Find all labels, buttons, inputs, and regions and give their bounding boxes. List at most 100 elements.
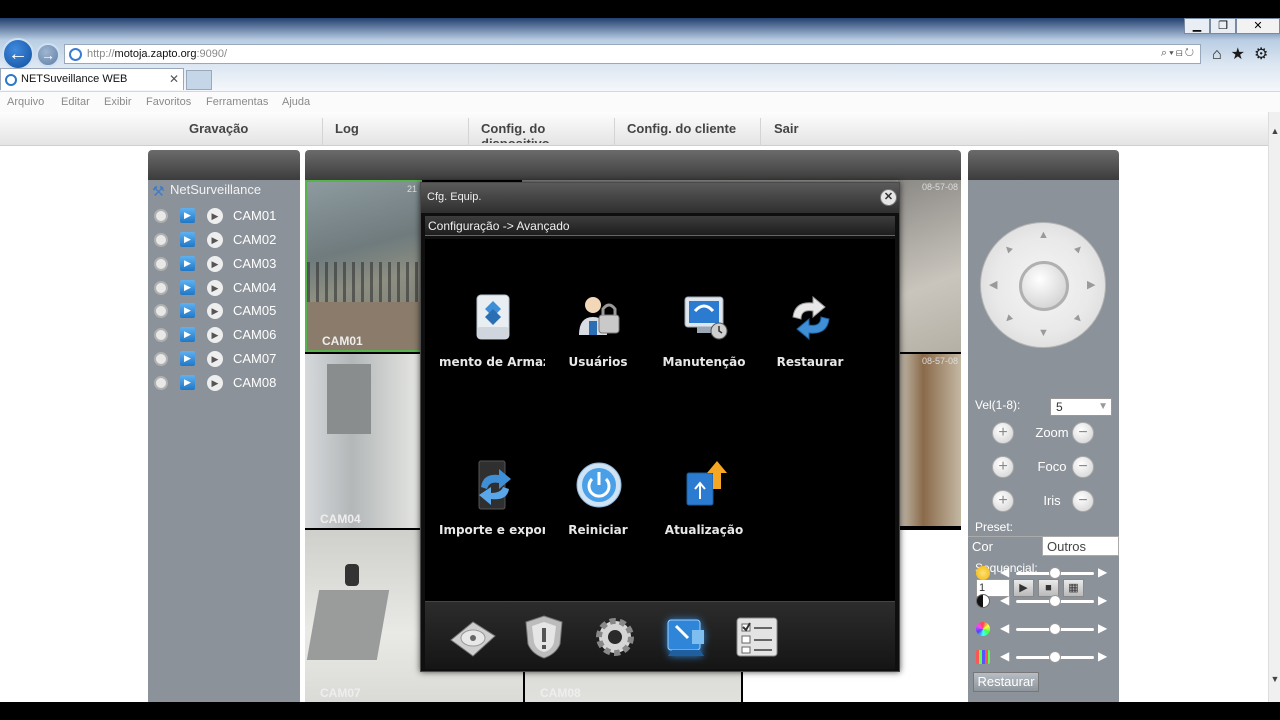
nav-config-dispositivo[interactable]: Config. do dispositivo bbox=[481, 121, 591, 143]
dropdown-icon[interactable]: ▾ bbox=[1169, 47, 1176, 59]
record-toggle-icon[interactable] bbox=[154, 304, 168, 318]
tile-users[interactable]: Usuários bbox=[545, 291, 651, 401]
play-icon[interactable]: ▶ bbox=[180, 256, 195, 271]
record-toggle-icon[interactable] bbox=[154, 233, 168, 247]
ptz-down-right-icon[interactable]: ▼ bbox=[1070, 311, 1086, 327]
increase-icon[interactable]: ▶ bbox=[1098, 565, 1107, 579]
focus-in-button[interactable]: + bbox=[992, 456, 1014, 478]
menu-arquivo[interactable]: Arquivo bbox=[7, 96, 44, 108]
page-scrollbar[interactable]: ▲ ▼ bbox=[1268, 112, 1280, 702]
record-toggle-icon[interactable] bbox=[154, 352, 168, 366]
tab-cor[interactable]: Cor bbox=[968, 536, 1042, 556]
record-toggle-icon[interactable] bbox=[154, 328, 168, 342]
open-stream-icon[interactable]: ▶ bbox=[207, 327, 223, 343]
tile-storage[interactable]: mento de Armaze bbox=[439, 291, 545, 401]
open-stream-icon[interactable]: ▶ bbox=[207, 375, 223, 391]
tab-close-icon[interactable]: ✕ bbox=[169, 72, 179, 86]
slider-knob[interactable] bbox=[1049, 651, 1061, 663]
increase-icon[interactable]: ▶ bbox=[1098, 593, 1107, 607]
play-icon[interactable]: ▶ bbox=[180, 232, 195, 247]
browser-tab[interactable]: NETSuveillance WEB ✕ bbox=[0, 68, 184, 90]
slider-brightness[interactable]: ◀ ▶ bbox=[976, 564, 1116, 582]
decrease-icon[interactable]: ◀ bbox=[1000, 649, 1009, 663]
ptz-up-icon[interactable]: ▲ bbox=[1038, 229, 1049, 241]
record-toggle-icon[interactable] bbox=[154, 257, 168, 271]
minimize-button[interactable]: ▁ bbox=[1184, 18, 1210, 34]
camera-row[interactable]: ▶ ▶ CAM01 bbox=[152, 206, 298, 226]
video-view-cam01[interactable]: 21 CAM01 bbox=[305, 180, 422, 352]
scroll-down-icon[interactable]: ▼ bbox=[1269, 674, 1280, 684]
tile-import-export[interactable]: Importe e exporte bbox=[439, 459, 545, 569]
slider-knob[interactable] bbox=[1049, 595, 1061, 607]
open-stream-icon[interactable]: ▶ bbox=[207, 232, 223, 248]
play-icon[interactable]: ▶ bbox=[180, 375, 195, 390]
advanced-button[interactable] bbox=[658, 612, 714, 662]
system-button[interactable] bbox=[587, 612, 643, 662]
slider-knob[interactable] bbox=[1049, 623, 1061, 635]
zoom-out-button[interactable]: − bbox=[1072, 422, 1094, 444]
tile-update[interactable]: Atualização bbox=[651, 459, 757, 569]
nav-log[interactable]: Log bbox=[335, 121, 359, 136]
iris-close-button[interactable]: − bbox=[1072, 490, 1094, 512]
increase-icon[interactable]: ▶ bbox=[1098, 649, 1107, 663]
camera-row[interactable]: ▶ ▶ CAM08 bbox=[152, 373, 298, 393]
record-toggle-icon[interactable] bbox=[154, 281, 168, 295]
iris-open-button[interactable]: + bbox=[992, 490, 1014, 512]
camera-label[interactable]: CAM04 bbox=[233, 280, 276, 295]
ptz-down-icon[interactable]: ▼ bbox=[1038, 327, 1049, 339]
nav-sair[interactable]: Sair bbox=[774, 121, 799, 136]
menu-exibir[interactable]: Exibir bbox=[104, 96, 132, 108]
play-icon[interactable]: ▶ bbox=[180, 303, 195, 318]
increase-icon[interactable]: ▶ bbox=[1098, 621, 1107, 635]
ptz-joystick[interactable]: ▲ ▼ ◀ ▶ ▲ ▲ ▼ ▼ bbox=[980, 222, 1106, 348]
ptz-down-left-icon[interactable]: ▼ bbox=[1000, 311, 1016, 327]
address-url[interactable]: http://motoja.zapto.org:9090/ bbox=[87, 48, 227, 60]
record-toggle-icon[interactable] bbox=[154, 209, 168, 223]
ptz-center-button[interactable] bbox=[1019, 261, 1069, 311]
new-tab-button[interactable] bbox=[186, 70, 212, 90]
nav-config-cliente[interactable]: Config. do cliente bbox=[627, 121, 736, 136]
camera-label[interactable]: CAM03 bbox=[233, 256, 276, 271]
tile-maintenance[interactable]: Manutenção bbox=[651, 291, 757, 401]
decrease-icon[interactable]: ◀ bbox=[1000, 565, 1009, 579]
close-icon[interactable]: ✕ bbox=[880, 189, 897, 206]
nav-gravacao[interactable]: Gravação bbox=[189, 121, 248, 136]
camera-row[interactable]: ▶ ▶ CAM06 bbox=[152, 325, 298, 345]
camera-label[interactable]: CAM05 bbox=[233, 303, 276, 318]
menu-favoritos[interactable]: Favoritos bbox=[146, 96, 191, 108]
ptz-up-left-icon[interactable]: ▲ bbox=[1000, 241, 1016, 257]
slider-knob[interactable] bbox=[1049, 567, 1061, 579]
menu-editar[interactable]: Editar bbox=[61, 96, 90, 108]
info-button[interactable] bbox=[729, 612, 785, 662]
camera-label[interactable]: CAM06 bbox=[233, 327, 276, 342]
zoom-in-button[interactable]: + bbox=[992, 422, 1014, 444]
tile-restore[interactable]: Restaurar bbox=[757, 291, 863, 401]
slider-contrast[interactable]: ◀ ▶ bbox=[976, 592, 1116, 610]
camera-row[interactable]: ▶ ▶ CAM03 bbox=[152, 254, 298, 274]
slider-hue[interactable]: ◀ ▶ bbox=[976, 648, 1116, 666]
speed-select[interactable]: 5 ▼ bbox=[1050, 398, 1112, 416]
back-button[interactable]: ← bbox=[2, 38, 34, 70]
video-view-cam06[interactable]: 08-57-08 bbox=[898, 354, 961, 526]
open-stream-icon[interactable]: ▶ bbox=[207, 303, 223, 319]
video-view-cam04[interactable]: CAM04 bbox=[305, 354, 422, 528]
close-window-button[interactable]: ✕ bbox=[1236, 18, 1280, 34]
video-view-cam03[interactable]: 08-57-08 bbox=[898, 180, 961, 352]
camera-row[interactable]: ▶ ▶ CAM04 bbox=[152, 278, 298, 298]
camera-label[interactable]: CAM01 bbox=[233, 208, 276, 223]
tile-restart[interactable]: Reiniciar bbox=[545, 459, 651, 569]
menu-ajuda[interactable]: Ajuda bbox=[282, 96, 310, 108]
camera-row[interactable]: ▶ ▶ CAM05 bbox=[152, 301, 298, 321]
home-icon[interactable]: ⌂ bbox=[1212, 46, 1231, 63]
ptz-left-icon[interactable]: ◀ bbox=[989, 278, 997, 291]
restore-button[interactable]: Restaurar bbox=[973, 672, 1039, 692]
play-icon[interactable]: ▶ bbox=[180, 208, 195, 223]
play-icon[interactable]: ▶ bbox=[180, 327, 195, 342]
record-disk-button[interactable] bbox=[445, 612, 501, 662]
camera-row[interactable]: ▶ ▶ CAM02 bbox=[152, 230, 298, 250]
decrease-icon[interactable]: ◀ bbox=[1000, 621, 1009, 635]
settings-gear-icon[interactable]: ⚙ bbox=[1254, 46, 1277, 63]
refresh-icon[interactable]: ↻ bbox=[1185, 47, 1196, 59]
compat-view-icon[interactable]: ⊟ bbox=[1176, 47, 1185, 59]
decrease-icon[interactable]: ◀ bbox=[1000, 593, 1009, 607]
